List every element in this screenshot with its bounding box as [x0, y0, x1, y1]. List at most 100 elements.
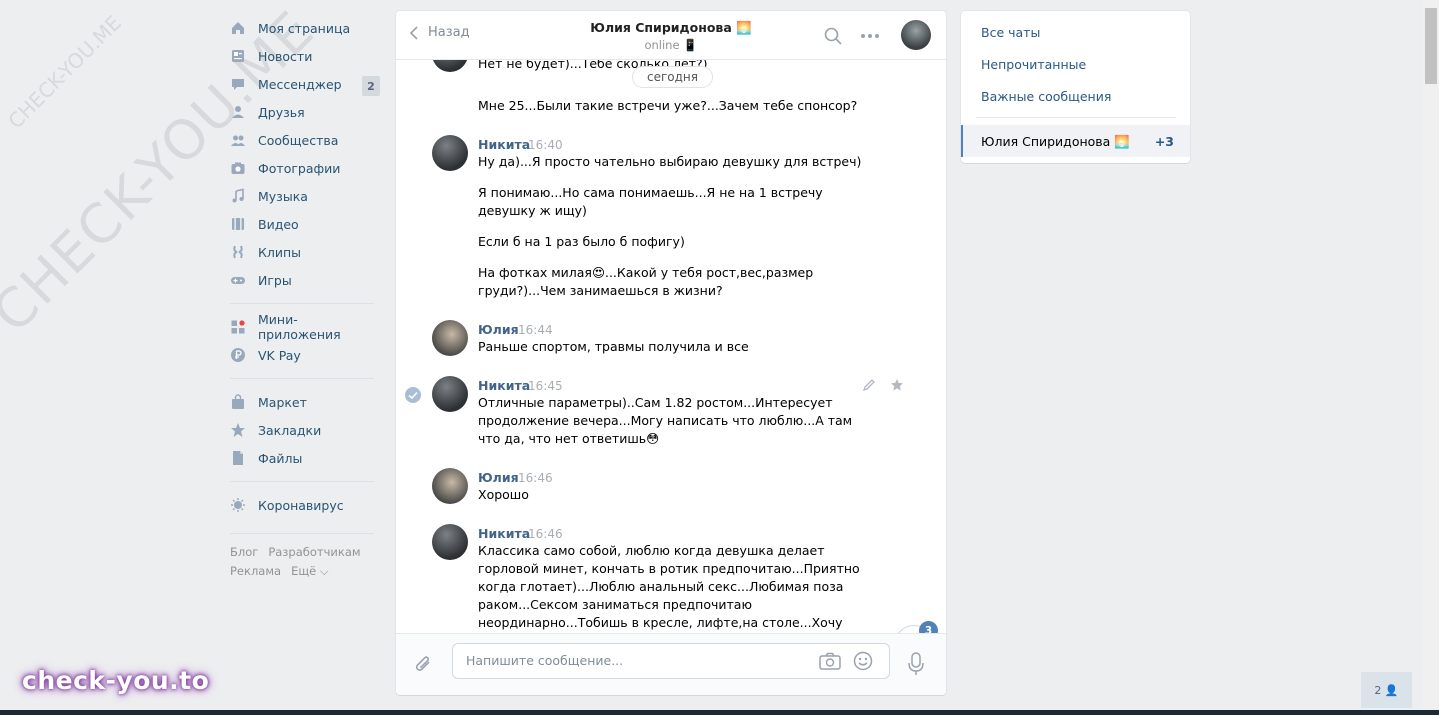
photos-icon: [230, 160, 246, 176]
files-icon: [230, 450, 246, 466]
sidebar-item-vkpay[interactable]: VK Pay: [230, 341, 380, 369]
unread-count-badge: 3: [919, 621, 938, 633]
search-icon[interactable]: [824, 27, 842, 48]
message-author[interactable]: Никита: [478, 526, 530, 541]
active-indicator: [961, 125, 963, 157]
sidebar-item-label: Музыка: [258, 188, 308, 204]
message-avatar[interactable]: [432, 135, 468, 171]
sidebar-item-music[interactable]: Музыка: [230, 182, 380, 210]
bookmarks-icon: [230, 422, 246, 438]
message-text: Мне 25...Были такие встречи уже?...Зачем…: [478, 98, 858, 113]
message-time[interactable]: 16:40: [528, 138, 563, 152]
sidebar-item-communities[interactable]: Сообщества: [230, 126, 380, 154]
sidebar-item-photos[interactable]: Фотографии: [230, 154, 380, 182]
sidebar-item-label: Закладки: [258, 422, 322, 438]
nav-badge: 2: [362, 76, 380, 96]
message-text: Хорошо: [478, 487, 529, 502]
sidebar-item-label: Видео: [258, 216, 299, 232]
message-avatar[interactable]: [432, 468, 468, 504]
message-avatar[interactable]: [432, 320, 468, 356]
filter-important[interactable]: Важные сообщения: [981, 89, 1111, 104]
message-author[interactable]: Никита: [478, 378, 530, 393]
sidebar-item-label: Моя страница: [258, 20, 351, 36]
sidebar-item-label: Мини-приложения: [258, 312, 341, 342]
sidebar-item-friends[interactable]: Друзья: [230, 98, 380, 126]
sidebar-item-label: Новости: [258, 48, 313, 64]
message-time[interactable]: 16:44: [518, 323, 553, 337]
sidebar-item-mini-apps[interactable]: Мини-приложения: [230, 312, 380, 342]
active-chat-count: +3: [1154, 134, 1174, 149]
page-scrollbar-thumb[interactable]: [1425, 8, 1437, 84]
taskbar-strip: [0, 710, 1439, 715]
date-divider: сегодня: [632, 66, 713, 88]
footer-blog-link[interactable]: Блог: [230, 545, 258, 559]
sidebar-item-coronavirus[interactable]: Коронавирус: [230, 491, 380, 519]
chat-panel: Назад Юлия Спиридонова 🌅 online 📱 сегодн…: [396, 11, 946, 695]
watermark-bottom: check-you.to: [22, 666, 210, 695]
footer-dev-link[interactable]: Разработчикам: [268, 545, 360, 559]
message-input-placeholder: Напишите сообщение...: [466, 653, 624, 668]
message-avatar[interactable]: [432, 524, 468, 560]
home-icon: [230, 20, 246, 36]
messenger-icon: [230, 76, 246, 92]
message-time[interactable]: 16:46: [518, 471, 553, 485]
paperclip-icon[interactable]: [414, 654, 434, 679]
sidebar-item-bookmarks[interactable]: Закладки: [230, 416, 380, 444]
message-author[interactable]: Никита: [478, 137, 530, 152]
watermark-diagonal-small: CHECK-YOU.ME: [3, 10, 126, 134]
page-scrollbar[interactable]: [1423, 0, 1439, 715]
more-icon[interactable]: [860, 27, 880, 48]
chat-contact-avatar[interactable]: [901, 20, 931, 50]
sidebar-item-messenger[interactable]: Мессенджер 2: [230, 70, 380, 98]
microphone-icon[interactable]: [908, 652, 924, 679]
message-author[interactable]: Юлия: [478, 470, 519, 485]
message-text: Ну да)...Я просто чательно выбираю девуш…: [478, 154, 862, 169]
footer-more-link[interactable]: Ещё ⌵: [291, 564, 329, 578]
active-chat-item[interactable]: Юлия Спиридонова 🌅 +3: [961, 125, 1190, 157]
edit-icon[interactable]: [862, 378, 876, 395]
nav-footer: Блог Разработчикам Реклама Ещё ⌵: [230, 543, 380, 581]
sidebar-item-label: Игры: [258, 272, 292, 288]
camera-icon[interactable]: [819, 652, 841, 673]
sidebar-item-video[interactable]: Видео: [230, 210, 380, 238]
footer-ads-link[interactable]: Реклама: [230, 564, 281, 578]
message-history[interactable]: сегодня Нет не будет)...Тебе сколько лет…: [396, 60, 946, 633]
message-time[interactable]: 16:46: [528, 527, 563, 541]
vkpay-icon: [230, 347, 246, 363]
sidebar-item-market[interactable]: Маркет: [230, 388, 380, 416]
message-avatar[interactable]: [432, 60, 468, 72]
message-input[interactable]: Напишите сообщение...: [452, 643, 890, 679]
nav-divider: [230, 481, 374, 482]
sidebar-item-label: Файлы: [258, 450, 303, 466]
message-text: Отличные параметры)..Сам 1.82 ростом...И…: [478, 395, 853, 446]
message-text: Классика само собой, люблю когда девушка…: [478, 543, 860, 630]
star-icon[interactable]: [890, 378, 904, 395]
sidebar-item-news[interactable]: Новости: [230, 42, 380, 70]
panel-divider: [976, 117, 1176, 118]
video-icon: [230, 216, 246, 232]
message-author[interactable]: Юлия: [478, 322, 519, 337]
message-time[interactable]: 16:45: [528, 379, 563, 393]
chat-header: Назад Юлия Спиридонова 🌅 online 📱: [396, 11, 946, 60]
sidebar-item-label: Мессенджер: [258, 76, 342, 92]
sidebar-item-label: Маркет: [258, 394, 307, 410]
message-composer: Напишите сообщение...: [396, 633, 946, 695]
coronavirus-icon: [230, 497, 246, 513]
online-friends-button[interactable]: 2 👤: [1361, 672, 1412, 708]
sidebar-item-clips[interactable]: Клипы: [230, 238, 380, 266]
communities-icon: [230, 132, 246, 148]
active-chat-name: Юлия Спиридонова 🌅: [981, 134, 1130, 149]
sidebar-item-files[interactable]: Файлы: [230, 444, 380, 472]
nav-divider: [230, 378, 374, 379]
sidebar-item-games[interactable]: Игры: [230, 266, 380, 294]
filter-all-chats[interactable]: Все чаты: [981, 25, 1040, 40]
clips-icon: [230, 244, 246, 260]
message-avatar[interactable]: [432, 376, 468, 412]
message-text: Я понимаю...Но сама понимаешь...Я не на …: [478, 185, 823, 218]
sidebar-item-home[interactable]: Моя страница: [230, 14, 380, 42]
emoji-icon[interactable]: [853, 651, 873, 674]
filter-unread[interactable]: Непрочитанные: [981, 57, 1086, 72]
chat-filters-panel: Все чаты Непрочитанные Важные сообщения …: [961, 11, 1190, 163]
selected-check-icon[interactable]: [405, 387, 421, 403]
sidebar-item-label: Сообщества: [258, 132, 339, 148]
